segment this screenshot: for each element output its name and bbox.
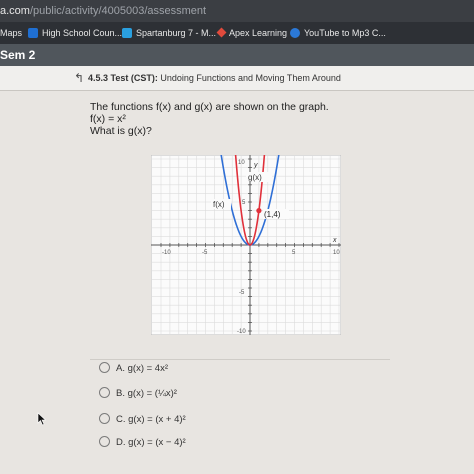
point-label: (1,4) (264, 210, 281, 219)
url-path: /public/activity/4005003/assessment (29, 5, 207, 17)
assessment-header: ↰ 4.5.3 Test (CST): Undoing Functions an… (0, 66, 474, 91)
apex-logo-icon (216, 27, 227, 38)
f-label: f(x) (213, 200, 225, 209)
choice-d[interactable]: D. g(x) = (x − 4)² (99, 435, 186, 450)
bookmark-youtube-to-mp3[interactable]: YouTube to Mp3 C... (290, 22, 386, 44)
choice-c[interactable]: C. g(x) = (x + 4)² (99, 412, 186, 427)
y-axis-label: y (253, 162, 258, 169)
function-graph: g(x) f(x) (1,4) y x 10 5 -5 -10 -10 -5 5… (151, 155, 341, 335)
tick-label-y-neg5: -5 (239, 290, 245, 296)
assessment-name: Undoing Functions and Moving Them Around (160, 73, 341, 83)
tick-label-y-neg10: -10 (237, 329, 246, 335)
radio-b[interactable] (99, 386, 110, 398)
tick-label-x-10: 10 (333, 250, 340, 256)
course-header: Sem 2 (0, 44, 474, 66)
question-line-1: The functions f(x) and g(x) are shown on… (90, 101, 329, 113)
choice-b[interactable]: B. g(x) = (¼x)² (99, 386, 177, 401)
assessment-type: Test (CST): (110, 73, 158, 83)
tick-label-x-neg10: -10 (162, 250, 171, 256)
choice-a[interactable]: A. g(x) = 4x² (99, 361, 168, 376)
question-line-2: f(x) = x² (90, 113, 126, 125)
divider (90, 359, 390, 360)
bookmark-apex-learning[interactable]: Apex Learning (216, 22, 287, 44)
question-line-3: What is g(x)? (90, 125, 152, 137)
course-title: Sem 2 (0, 48, 36, 62)
assessment-title: 4.5.3 Test (CST): Undoing Functions and … (88, 66, 341, 90)
bookmark-icon (28, 27, 38, 38)
mouse-cursor-icon (37, 412, 47, 426)
question-text: The functions f(x) and g(x) are shown on… (90, 101, 329, 137)
url-host: a.com (0, 5, 30, 17)
radio-a[interactable] (99, 361, 110, 373)
back-arrow-icon[interactable]: ↰ (74, 66, 84, 90)
bookmarks-bar: Maps High School Coun... Spartanburg 7 -… (0, 22, 474, 44)
tick-label-x-neg5: -5 (202, 250, 208, 256)
radio-c[interactable] (99, 412, 110, 424)
bookmark-spartanburg[interactable]: Spartanburg 7 - M... (122, 22, 216, 44)
bookmark-high-school-counseling[interactable]: High School Coun... (28, 22, 122, 44)
g-label: g(x) (248, 173, 262, 182)
address-bar[interactable]: a.com/public/activity/4005003/assessment (0, 0, 474, 22)
bookmark-maps[interactable]: Maps (0, 22, 22, 44)
bookmark-icon (290, 27, 300, 38)
assessment-code: 4.5.3 (88, 73, 109, 83)
radio-d[interactable] (99, 435, 110, 447)
question-panel: The functions f(x) and g(x) are shown on… (0, 91, 474, 474)
x-axis-label: x (332, 237, 337, 244)
bookmark-icon (122, 27, 132, 38)
tick-label-y-10: 10 (238, 160, 245, 166)
point-marker (256, 208, 262, 214)
